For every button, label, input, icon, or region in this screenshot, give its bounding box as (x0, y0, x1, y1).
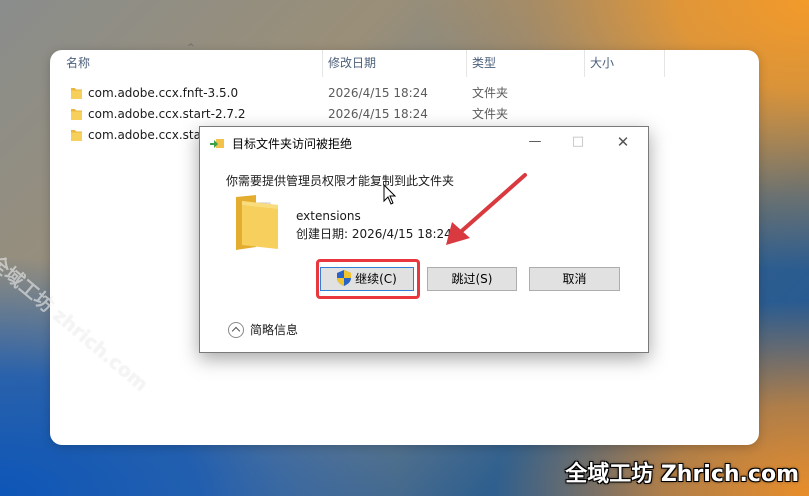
uac-shield-icon (337, 270, 352, 286)
file-type: 文件夹 (472, 86, 509, 100)
column-header-modified[interactable]: 修改日期 (322, 50, 466, 77)
details-label: 简略信息 (250, 323, 299, 337)
access-denied-dialog: 目标文件夹访问被拒绝 — □ ✕ 你需要提供管理员权限才能复制到此文件夹 ext… (199, 126, 649, 353)
folder-name: extensions (296, 209, 361, 223)
continue-label: 继续(C) (355, 272, 397, 286)
chevron-up-icon (228, 321, 244, 338)
skip-button[interactable]: 跳过(S) (427, 267, 517, 291)
file-row[interactable]: com.adobe.ccx.fnft-3.5.0 2026/4/15 18:24… (50, 83, 759, 104)
folder-icon (71, 130, 82, 141)
minimize-button[interactable]: — (520, 130, 550, 154)
file-row[interactable]: com.adobe.ccx.start-2.7.2 2026/4/15 18:2… (50, 104, 759, 125)
file-date: 2026/4/15 18:24 (328, 107, 428, 121)
close-button[interactable]: ✕ (608, 130, 638, 154)
watermark-corner: 全域工坊 Zhrich.com (565, 462, 799, 487)
folder-icon (71, 88, 82, 99)
file-name: com.adobe.ccx.fnft-3.5.0 (88, 86, 239, 100)
column-separator[interactable] (664, 50, 665, 77)
copy-folder-icon (210, 139, 224, 148)
red-arrow-annotation (446, 173, 527, 245)
cancel-button[interactable]: 取消 (529, 267, 620, 291)
dialog-message: 你需要提供管理员权限才能复制到此文件夹 (226, 174, 455, 188)
details-toggle[interactable]: 简略信息 (228, 321, 298, 339)
file-date: 2026/4/15 18:24 (328, 86, 428, 100)
continue-button[interactable]: 继续(C) (320, 267, 414, 291)
file-type: 文件夹 (472, 107, 509, 121)
dialog-title: 目标文件夹访问被拒绝 (232, 137, 353, 151)
column-header-size[interactable]: 大小 (584, 50, 664, 77)
maximize-button: □ (571, 134, 585, 149)
file-name: com.adobe.ccx.start-2.7.2 (88, 107, 246, 121)
column-header-type[interactable]: 类型 (466, 50, 584, 77)
folder-icon (71, 109, 82, 120)
created-date: 创建日期: 2026/4/15 18:24 (296, 227, 452, 241)
folder-icon (236, 195, 278, 250)
mouse-cursor-icon (383, 184, 397, 205)
file-name: com.adobe.ccx.start (88, 128, 211, 142)
column-header-name[interactable]: 名称 (60, 50, 322, 77)
